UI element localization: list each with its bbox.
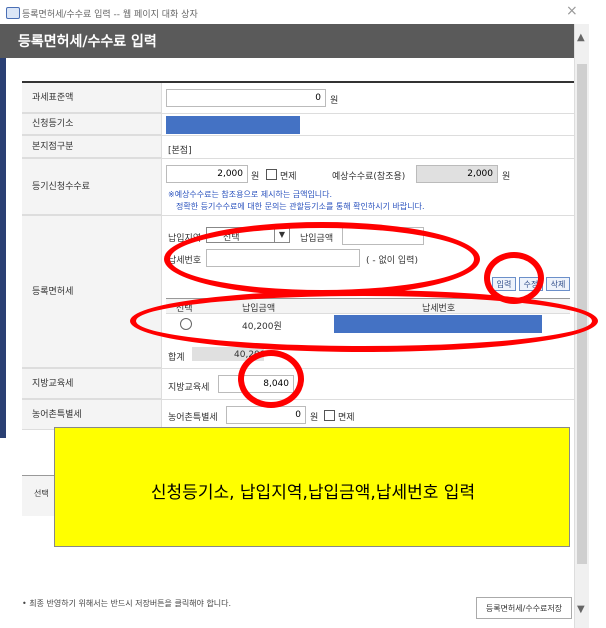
registry-office-field[interactable]	[166, 116, 300, 134]
main-branch-label: 본지점구분	[22, 136, 162, 158]
delete-button[interactable]: 삭제	[546, 277, 570, 291]
annotation-ring-region	[164, 222, 480, 296]
registration-tax-label: 등록면허세	[22, 216, 162, 368]
dialog-header: 등록면허세/수수료 입력	[0, 24, 574, 58]
tax-base-label: 과세표준액	[22, 83, 162, 113]
total-label: 합계	[168, 353, 185, 363]
expected-fee-label: 예상수수료(참조용)	[332, 172, 406, 182]
scroll-down-icon[interactable]: ▼	[577, 604, 585, 615]
fee-exempt-label: 면제	[280, 172, 297, 182]
fee-note-2: 정확한 등기수수료에 대한 문의는 관할등기소를 통해 확인하시기 바랍니다.	[176, 202, 425, 211]
tax-base-unit: 원	[330, 96, 339, 106]
background-page-edge	[0, 58, 6, 438]
ie-window-icon	[6, 7, 20, 19]
rural-tax-field-label: 농어촌특별세	[168, 413, 218, 423]
footer-note: • 최종 반영하기 위해서는 반드시 저장버튼을 클릭해야 합니다.	[22, 599, 232, 608]
education-tax-label: 지방교육세	[22, 369, 162, 399]
fee-input[interactable]	[166, 165, 248, 183]
instruction-callout-text: 신청등기소, 납입지역,납입금액,납세번호 입력	[150, 483, 476, 503]
annotation-ring-table-row	[130, 290, 598, 352]
education-tax-field-label: 지방교육세	[168, 383, 210, 393]
fee-exempt-checkbox[interactable]	[266, 169, 277, 180]
rural-tax-label: 농어촌특별세	[22, 400, 162, 430]
background-select-label: 선택	[34, 489, 49, 498]
close-icon[interactable]: ×	[566, 3, 578, 19]
save-button[interactable]: 등록면허세/수수료저장	[476, 597, 572, 619]
main-branch-value: [본점]	[168, 146, 192, 156]
rural-exempt-checkbox[interactable]	[324, 410, 335, 421]
scroll-up-icon[interactable]: ▲	[577, 32, 585, 43]
fee-label: 등기신청수수료	[22, 159, 162, 215]
rural-exempt-label: 면제	[338, 413, 355, 423]
rural-tax-input[interactable]	[226, 406, 306, 424]
expected-fee-input	[416, 165, 498, 183]
instruction-callout: 신청등기소, 납입지역,납입금액,납세번호 입력	[54, 427, 570, 547]
expected-fee-unit: 원	[502, 172, 511, 182]
page-title: 등록면허세/수수료 입력	[18, 34, 157, 50]
tax-base-input[interactable]	[166, 89, 326, 107]
fee-unit: 원	[251, 172, 260, 182]
annotation-ring-education-tax	[238, 350, 304, 408]
window-title: 등록면허세/수수료 입력 -- 웹 페이지 대화 상자	[22, 10, 198, 20]
fee-note-1: ※예상수수료는 참조용으로 제시하는 금액입니다.	[168, 190, 333, 199]
rural-tax-unit: 원	[310, 413, 319, 423]
registry-office-label: 신청등기소	[22, 114, 162, 135]
window-titlebar: 등록면허세/수수료 입력 -- 웹 페이지 대화 상자 ×	[0, 0, 606, 24]
